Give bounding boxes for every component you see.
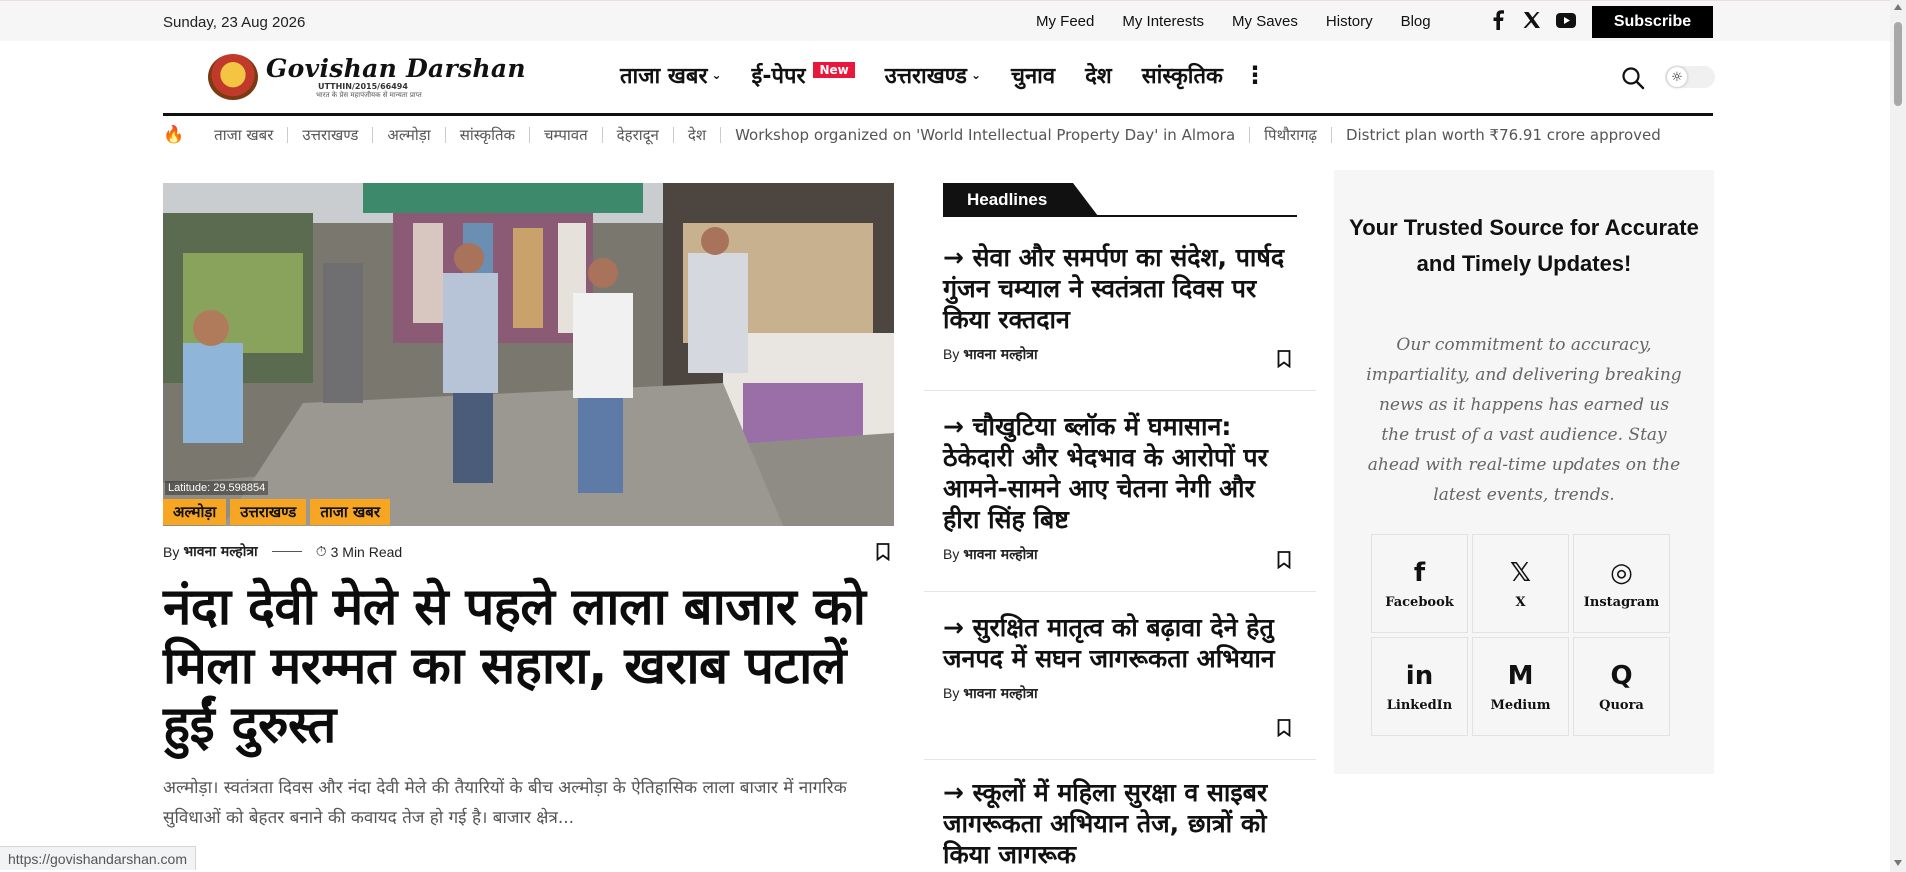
timer-icon: ⏱ xyxy=(315,543,327,559)
ticker-item[interactable]: चम्पावत xyxy=(530,127,603,143)
kebab-icon[interactable]: ⋮ xyxy=(1243,61,1267,89)
headline-item[interactable]: → सुरक्षित मातृत्व को बढ़ावा देने हेतु ज… xyxy=(943,612,1293,703)
scroll-up-arrow-icon[interactable] xyxy=(1894,4,1902,10)
headline-title[interactable]: → सुरक्षित मातृत्व को बढ़ावा देने हेतु ज… xyxy=(943,612,1293,674)
medium-icon: M xyxy=(1507,661,1534,691)
instagram-icon: ◎ xyxy=(1610,558,1633,588)
headline-item[interactable]: → चौखुटिया ब्लॉक में घमासान: ठेकेदारी और… xyxy=(943,411,1293,564)
top-link-blog[interactable]: Blog xyxy=(1401,13,1431,30)
category-tag[interactable]: अल्मोड़ा xyxy=(163,499,227,525)
ticker-item[interactable]: District plan worth ₹76.91 crore approve… xyxy=(1332,127,1675,143)
main-navigation: ताजा खबर ⌄ ई-पेपर New उत्तराखण्ड ⌄ चुनाव दे… xyxy=(620,60,1267,90)
hero-categories: अल्मोड़ा उत्तराखण्ड ताजा खबर xyxy=(163,499,390,525)
author-link[interactable]: भावना मल्होत्रा xyxy=(963,347,1037,363)
panel-title: Your Trusted Source for Accurate and Tim… xyxy=(1349,215,1699,276)
nav-item-chunav[interactable]: चुनाव xyxy=(1011,60,1055,90)
ticker-item[interactable]: पिथौरागढ़ xyxy=(1250,127,1332,143)
logo-title: Govishan Darshan xyxy=(266,54,526,83)
top-social-links xyxy=(1488,10,1576,30)
social-medium[interactable]: M Medium xyxy=(1472,637,1569,736)
top-link-my-saves[interactable]: My Saves xyxy=(1232,13,1298,30)
bookmark-icon[interactable] xyxy=(876,543,890,562)
headline-title[interactable]: → सेवा और समर्पण का संदेश, पार्षद गुंजन … xyxy=(943,242,1293,335)
headline-item[interactable]: → सेवा और समर्पण का संदेश, पार्षद गुंजन … xyxy=(943,242,1293,364)
status-bar-url: https://govishandarshan.com xyxy=(0,846,196,870)
facebook-icon[interactable] xyxy=(1488,10,1508,30)
trending-ticker: 🔥 ताजा खबर उत्तराखण्ड अल्मोड़ा सांस्कृति… xyxy=(163,125,1675,145)
ticker-item[interactable]: देहरादून xyxy=(603,127,674,143)
hero-title[interactable]: नंदा देवी मेले से पहले लाला बाजार को मिल… xyxy=(163,578,903,755)
logo-registration: UTTHIN/2015/66494 xyxy=(318,82,408,91)
top-link-history[interactable]: History xyxy=(1326,13,1373,30)
headline-item[interactable]: → स्कूलों में महिला सुरक्षा व साइबर जागर… xyxy=(943,777,1293,872)
quora-icon: Q xyxy=(1610,661,1633,691)
site-logo[interactable]: Govishan Darshan UTTHIN/2015/66494 भारत … xyxy=(208,54,526,100)
ticker-item[interactable]: सांस्कृतिक xyxy=(446,127,531,143)
top-links: My Feed My Interests My Saves History Bl… xyxy=(1036,13,1459,30)
top-link-my-feed[interactable]: My Feed xyxy=(1036,13,1094,30)
geotag-overlay: Latitude: 29.598854 xyxy=(165,481,269,495)
headline-title[interactable]: → स्कूलों में महिला सुरक्षा व साइबर जागर… xyxy=(943,777,1293,870)
ticker-item[interactable]: उत्तराखण्ड xyxy=(288,127,374,143)
nav-item-epaper[interactable]: ई-पेपर New xyxy=(752,60,855,90)
x-icon[interactable] xyxy=(1522,10,1542,30)
header-divider xyxy=(163,113,1713,116)
category-tag[interactable]: उत्तराखण्ड xyxy=(230,499,307,525)
search-icon[interactable] xyxy=(1621,66,1645,90)
hero-byline: By भावना मल्होत्रा ⏱ 3 Min Read xyxy=(163,542,403,561)
social-facebook[interactable]: f Facebook xyxy=(1371,534,1468,633)
linkedin-icon: in xyxy=(1405,661,1434,691)
social-quora[interactable]: Q Quora xyxy=(1573,637,1670,736)
nav-item-desh[interactable]: देश xyxy=(1085,60,1112,90)
trusted-source-panel: Your Trusted Source for Accurate and Tim… xyxy=(1334,170,1714,774)
fire-icon: 🔥 xyxy=(163,125,185,145)
nav-item-taza-khabar[interactable]: ताजा खबर ⌄ xyxy=(620,60,722,90)
ticker-item[interactable]: देश xyxy=(674,127,722,143)
page-scrollbar[interactable] xyxy=(1890,0,1906,872)
ticker-item[interactable]: ताजा खबर xyxy=(200,127,289,143)
headline-title[interactable]: → चौखुटिया ब्लॉक में घमासान: ठेकेदारी और… xyxy=(943,411,1293,535)
scrollbar-thumb[interactable] xyxy=(1894,22,1902,106)
bookmark-icon[interactable] xyxy=(1277,551,1291,570)
headlines-header: Headlines xyxy=(943,183,1297,217)
logo-emblem xyxy=(208,54,258,100)
chevron-down-icon: ⌄ xyxy=(711,68,722,82)
social-x[interactable]: 𝕏 X xyxy=(1472,534,1569,633)
read-time: 3 Min Read xyxy=(330,543,403,560)
ticker-item[interactable]: Workshop organized on 'World Intellectua… xyxy=(721,127,1251,143)
logo-tagline: भारत के प्रेस महापंजीयक से मान्यता प्राप… xyxy=(316,91,422,99)
x-icon: 𝕏 xyxy=(1510,558,1531,588)
author-link[interactable]: भावना मल्होत्रा xyxy=(183,542,257,561)
new-badge: New xyxy=(813,62,855,78)
hero-excerpt: अल्मोड़ा। स्वतंत्रता दिवस और नंदा देवी म… xyxy=(163,778,847,828)
headlines-tab: Headlines xyxy=(943,183,1098,216)
current-date: Sunday, 23 Aug 2026 xyxy=(163,14,306,31)
scroll-down-arrow-icon[interactable] xyxy=(1894,860,1902,866)
youtube-icon[interactable] xyxy=(1556,10,1576,30)
facebook-icon: f xyxy=(1413,558,1426,588)
top-bar: Sunday, 23 Aug 2026 My Feed My Interests… xyxy=(0,0,1906,41)
top-link-my-interests[interactable]: My Interests xyxy=(1122,13,1204,30)
ticker-item[interactable]: अल्मोड़ा xyxy=(373,127,446,143)
social-instagram[interactable]: ◎ Instagram xyxy=(1573,534,1670,633)
nav-item-uttarakhand[interactable]: उत्तराखण्ड ⌄ xyxy=(885,60,981,90)
hero-image[interactable]: Latitude: 29.598854 xyxy=(163,183,894,526)
bookmark-icon[interactable] xyxy=(1277,719,1291,738)
subscribe-button[interactable]: Subscribe xyxy=(1592,6,1713,38)
theme-toggle[interactable]: ☼ xyxy=(1665,66,1715,88)
nav-item-sanskritik[interactable]: सांस्कृतिक xyxy=(1142,60,1223,90)
panel-text: Our commitment to accuracy, impartiality… xyxy=(1366,335,1682,505)
author-link[interactable]: भावना मल्होत्रा xyxy=(963,547,1037,563)
social-grid: f Facebook 𝕏 X ◎ Instagram in LinkedIn M… xyxy=(1371,534,1670,736)
sun-icon: ☼ xyxy=(1667,67,1687,87)
chevron-down-icon: ⌄ xyxy=(970,68,981,82)
bookmark-icon[interactable] xyxy=(1277,350,1291,369)
category-tag[interactable]: ताजा खबर xyxy=(310,499,390,525)
social-linkedin[interactable]: in LinkedIn xyxy=(1371,637,1468,736)
author-link[interactable]: भावना मल्होत्रा xyxy=(963,686,1037,702)
